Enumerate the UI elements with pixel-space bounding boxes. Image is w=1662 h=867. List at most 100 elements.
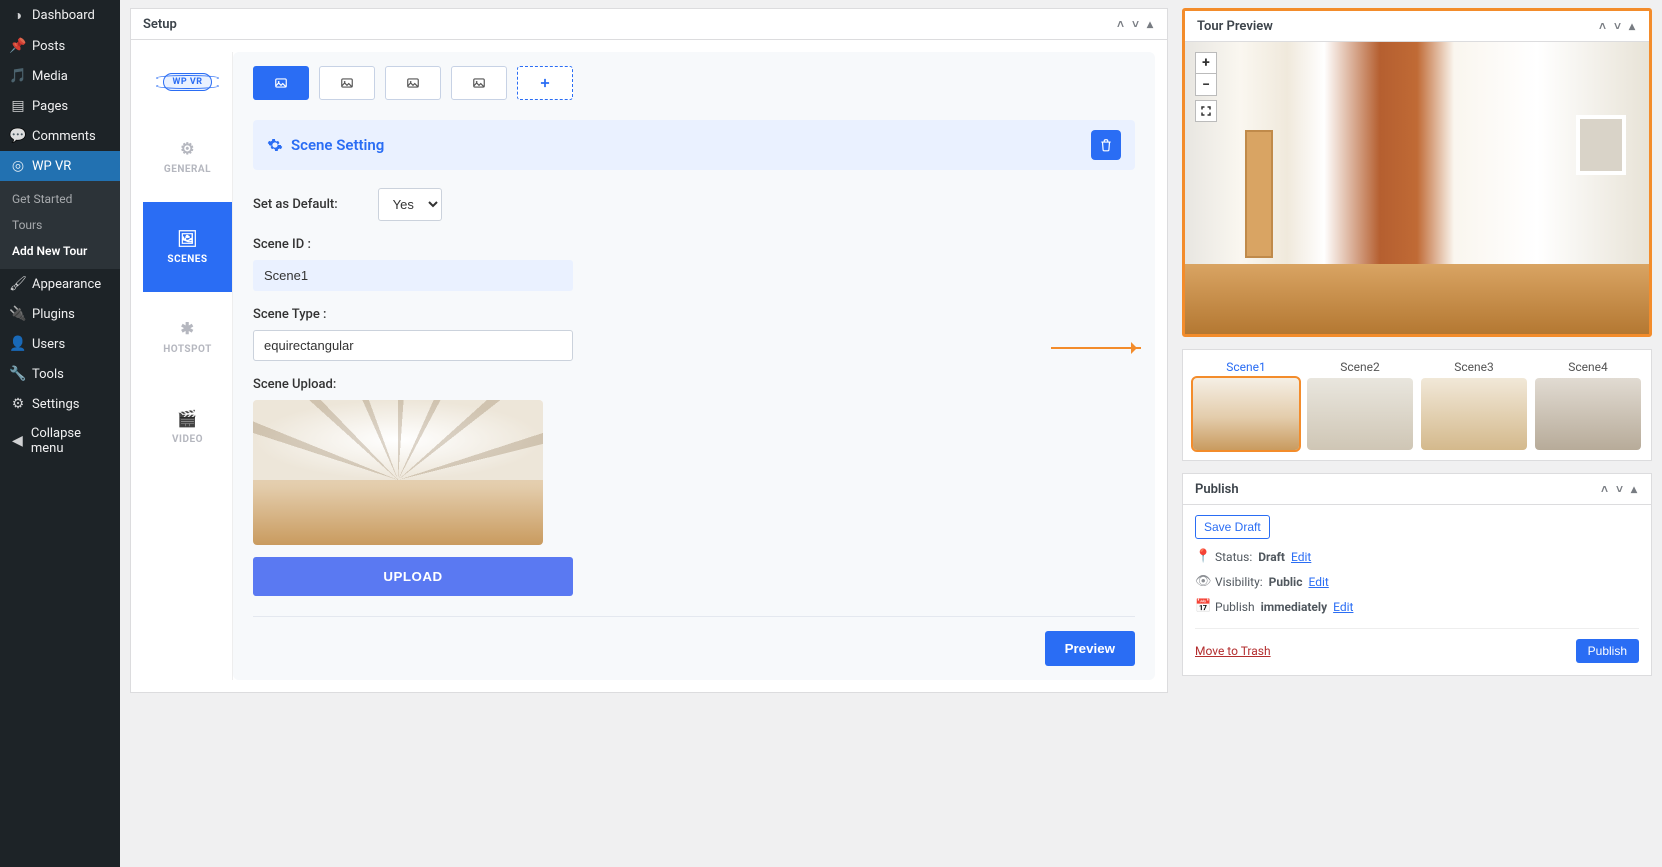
image-icon <box>340 76 354 90</box>
scene-thumb-4[interactable]: Scene4 <box>1535 360 1641 450</box>
image-icon: 🖼 <box>177 229 198 248</box>
publish-button[interactable]: Publish <box>1576 639 1639 663</box>
wpvr-logo-tab: WP VR <box>143 52 232 112</box>
thumb-image <box>1193 378 1299 450</box>
scene-tab-1[interactable] <box>253 66 309 100</box>
toggle-icon[interactable]: ▴ <box>1145 15 1155 33</box>
tab-label: VIDEO <box>172 434 203 445</box>
fullscreen-icon <box>1200 105 1212 117</box>
upload-button[interactable]: UPLOAD <box>253 557 573 596</box>
move-up-icon[interactable]: ˄ <box>1597 17 1608 35</box>
plugin-icon: 🔌 <box>8 306 28 322</box>
users-icon: 👤 <box>8 336 28 352</box>
move-up-icon[interactable]: ˄ <box>1599 480 1610 498</box>
preview-door <box>1245 130 1273 258</box>
scene-type-label: Scene Type : <box>253 307 1135 322</box>
setup-vertical-tabs: WP VR ⚙ GENERAL 🖼 SCENES ✱ HOTSPOT <box>143 52 233 680</box>
sidebar-label: Posts <box>32 39 65 54</box>
scene-thumb-3[interactable]: Scene3 <box>1421 360 1527 450</box>
visibility-value: Public <box>1269 575 1303 589</box>
hotspot-icon: ✱ <box>181 319 195 338</box>
thumb-image <box>1421 378 1527 450</box>
delete-scene-button[interactable] <box>1091 130 1121 160</box>
tour-preview-title: Tour Preview <box>1197 19 1273 34</box>
tab-general[interactable]: ⚙ GENERAL <box>143 112 232 202</box>
scene-upload-row: Scene Upload: UPLOAD <box>253 377 1135 596</box>
plus-icon <box>538 76 552 90</box>
edit-status-link[interactable]: Edit <box>1291 550 1311 564</box>
visibility-row: 👁 Visibility: Public Edit <box>1195 574 1639 589</box>
scene-setting-title: Scene Setting <box>291 136 384 154</box>
sidebar-item-pages[interactable]: ▤Pages <box>0 91 120 121</box>
tour-preview-viewer[interactable]: + − <box>1185 42 1649 334</box>
scene-tab-add[interactable] <box>517 66 573 100</box>
sidebar-item-comments[interactable]: 💬Comments <box>0 121 120 151</box>
toggle-icon[interactable]: ▴ <box>1627 17 1637 35</box>
gear-icon: ⚙ <box>180 139 195 158</box>
sidebar-label: Media <box>32 69 68 84</box>
appearance-icon: 🖌 <box>8 276 28 292</box>
scene-thumb-2[interactable]: Scene2 <box>1307 360 1413 450</box>
setup-postbox: Setup ˄ ˅ ▴ WP VR ⚙ GENERAL <box>130 8 1168 693</box>
move-down-icon[interactable]: ˅ <box>1614 480 1625 498</box>
sidebar-item-wpvr[interactable]: ◎WP VR <box>0 151 120 181</box>
edit-visibility-link[interactable]: Edit <box>1308 575 1328 589</box>
scene-type-input[interactable] <box>253 330 573 361</box>
sidebar-item-posts[interactable]: 📌 Posts <box>0 31 120 61</box>
tab-video[interactable]: 🎬 VIDEO <box>143 382 232 472</box>
image-icon <box>472 76 486 90</box>
sidebar-item-tools[interactable]: 🔧Tools <box>0 359 120 389</box>
zoom-out-button[interactable]: − <box>1195 74 1217 96</box>
trash-icon <box>1099 138 1113 152</box>
thumb-image <box>1307 378 1413 450</box>
scene-id-label: Scene ID : <box>253 237 1135 252</box>
setup-content: Scene Setting Set as Default: Yes Sc <box>233 52 1155 680</box>
sidebar-item-settings[interactable]: ⚙Settings <box>0 389 120 419</box>
sidebar-item-users[interactable]: 👤Users <box>0 329 120 359</box>
submenu-add-new-tour[interactable]: Add New Tour <box>0 238 120 264</box>
submenu-get-started[interactable]: Get Started <box>0 186 120 212</box>
scene-tab-4[interactable] <box>451 66 507 100</box>
scene-setting-bar: Scene Setting <box>253 120 1135 170</box>
schedule-row: 📅 Publish immediately Edit <box>1195 599 1639 614</box>
move-down-icon[interactable]: ˅ <box>1130 15 1141 33</box>
media-icon: 🎵 <box>8 68 28 84</box>
move-down-icon[interactable]: ˅ <box>1612 17 1623 35</box>
image-icon <box>274 76 288 90</box>
set-default-select[interactable]: Yes <box>378 188 442 221</box>
video-icon: 🎬 <box>177 409 197 428</box>
tab-hotspot[interactable]: ✱ HOTSPOT <box>143 292 232 382</box>
tab-scenes[interactable]: 🖼 SCENES <box>143 202 232 292</box>
preview-frame <box>1576 115 1626 175</box>
save-draft-button[interactable]: Save Draft <box>1195 515 1270 539</box>
sidebar-label: Tools <box>32 367 64 382</box>
scene-tab-2[interactable] <box>319 66 375 100</box>
status-value: Draft <box>1258 550 1285 564</box>
scene-tab-row <box>253 66 1135 100</box>
sidebar-item-media[interactable]: 🎵 Media <box>0 61 120 91</box>
scene-thumbnails: Scene1 Scene2 Scene3 Scene4 <box>1182 349 1652 461</box>
move-up-icon[interactable]: ˄ <box>1115 15 1126 33</box>
fullscreen-button[interactable] <box>1195 100 1217 122</box>
edit-schedule-link[interactable]: Edit <box>1333 600 1353 614</box>
zoom-in-button[interactable]: + <box>1195 52 1217 74</box>
scene-thumb-1[interactable]: Scene1 <box>1193 360 1299 450</box>
scene-id-input[interactable] <box>253 260 573 291</box>
sidebar-item-appearance[interactable]: 🖌Appearance <box>0 269 120 299</box>
scene-thumb-label: Scene4 <box>1568 360 1608 374</box>
toggle-icon[interactable]: ▴ <box>1629 480 1639 498</box>
move-to-trash-link[interactable]: Move to Trash <box>1195 644 1271 658</box>
submenu-tours[interactable]: Tours <box>0 212 120 238</box>
sidebar-item-dashboard[interactable]: ◑Dashboard <box>0 0 120 31</box>
pin-icon: 📌 <box>8 38 28 54</box>
scene-type-row: Scene Type : <box>253 307 1135 361</box>
preview-button[interactable]: Preview <box>1045 631 1135 666</box>
sidebar-item-plugins[interactable]: 🔌 Plugins <box>0 299 120 329</box>
sidebar-label: Plugins <box>32 307 75 322</box>
visibility-label: Visibility: <box>1215 575 1263 589</box>
scene-thumb-label: Scene1 <box>1226 360 1266 374</box>
publish-value: immediately <box>1261 600 1328 614</box>
scene-tab-3[interactable] <box>385 66 441 100</box>
sidebar-label: Pages <box>32 99 68 114</box>
sidebar-item-collapse[interactable]: ◀Collapse menu <box>0 419 120 463</box>
